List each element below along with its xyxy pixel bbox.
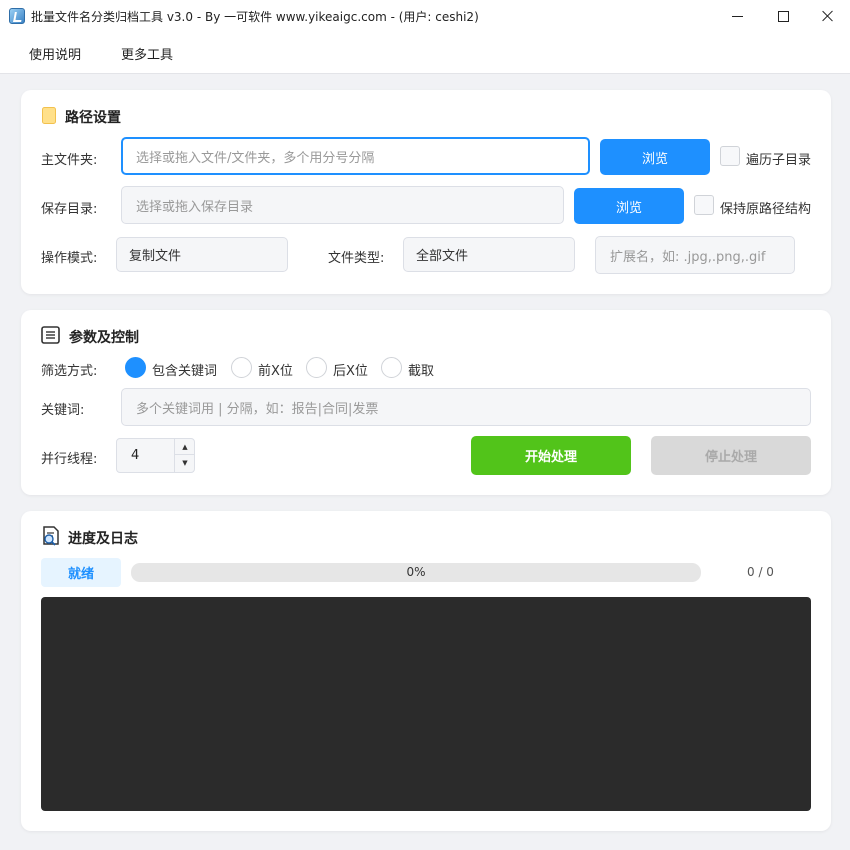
caret-down-icon: ▼ (182, 459, 188, 467)
mode-label: 操作模式: (41, 251, 98, 266)
recursive-checkbox[interactable] (720, 146, 740, 166)
keep-structure-label: 保持原路径结构 (720, 202, 812, 217)
log-search-icon (43, 526, 59, 546)
status-badge: 就绪 (41, 558, 121, 587)
threads-value: 4 (131, 448, 140, 463)
filter-option-first-x: 前X位 (258, 364, 293, 379)
progress-title: 进度及日志 (68, 531, 138, 547)
main-folder-label: 主文件夹: (41, 153, 98, 168)
params-title: 参数及控制 (69, 330, 139, 346)
filter-radio-extract[interactable] (381, 357, 402, 378)
minimize-button[interactable] (714, 0, 760, 32)
filter-option-last-x: 后X位 (333, 364, 368, 379)
filter-label: 筛选方式: (41, 364, 98, 379)
minimize-icon (731, 15, 743, 17)
title-bar: 批量文件名分类归档工具 v3.0 - By 一可软件 www.yikeaigc.… (0, 0, 850, 32)
save-dir-browse-button[interactable]: 浏览 (574, 188, 684, 224)
threads-label: 并行线程: (41, 452, 98, 467)
main-folder-input[interactable]: 选择或拖入文件/文件夹，多个用分号分隔 (121, 137, 590, 175)
file-type-select[interactable]: 全部文件 (403, 237, 575, 272)
keyword-input[interactable]: 多个关键词用 | 分隔，如：报告|合同|发票 (121, 388, 811, 426)
progress-count: 0 / 0 (747, 565, 774, 579)
save-dir-label: 保存目录: (41, 202, 98, 217)
close-button[interactable] (805, 0, 850, 32)
threads-increment-button[interactable]: ▲ (175, 439, 195, 455)
filter-option-keyword: 包含关键词 (152, 364, 218, 379)
recursive-label: 遍历子目录 (746, 153, 812, 168)
maximize-button[interactable] (760, 0, 806, 32)
menu-item-help[interactable]: 使用说明 (29, 44, 81, 63)
keyword-placeholder: 多个关键词用 | 分隔，如：报告|合同|发票 (136, 401, 379, 417)
log-output[interactable] (41, 597, 811, 811)
menu-bar: 使用说明 更多工具 (0, 32, 850, 74)
mode-select[interactable]: 复制文件 (116, 237, 288, 272)
filter-radio-first-x[interactable] (231, 357, 252, 378)
extension-placeholder: 扩展名，如: .jpg,.png,.gif (610, 249, 766, 265)
main-folder-placeholder: 选择或拖入文件/文件夹，多个用分号分隔 (136, 150, 375, 166)
file-type-value: 全部文件 (416, 249, 469, 264)
threads-stepper-buttons: ▲ ▼ (174, 439, 195, 472)
menu-item-more-tools[interactable]: 更多工具 (121, 44, 173, 63)
filter-option-extract: 截取 (408, 364, 435, 379)
app-icon (9, 8, 25, 24)
stop-button[interactable]: 停止处理 (651, 436, 811, 475)
keyword-label: 关键词: (41, 403, 85, 418)
threads-decrement-button[interactable]: ▼ (175, 455, 195, 471)
progress-percent: 0% (406, 565, 426, 579)
keep-structure-checkbox[interactable] (694, 195, 714, 215)
filter-radio-last-x[interactable] (306, 357, 327, 378)
close-icon (822, 10, 834, 22)
progress-bar: 0% (131, 563, 701, 582)
main-folder-browse-button[interactable]: 浏览 (600, 139, 710, 175)
folder-icon (42, 107, 56, 124)
window-title: 批量文件名分类归档工具 v3.0 - By 一可软件 www.yikeaigc.… (31, 10, 479, 24)
save-dir-input[interactable]: 选择或拖入保存目录 (121, 186, 564, 224)
start-button[interactable]: 开始处理 (471, 436, 631, 475)
path-settings-title: 路径设置 (65, 110, 121, 126)
save-dir-placeholder: 选择或拖入保存目录 (136, 199, 254, 215)
list-icon (41, 326, 60, 344)
maximize-icon (777, 10, 789, 22)
extension-input[interactable]: 扩展名，如: .jpg,.png,.gif (595, 236, 795, 274)
filter-radio-keyword[interactable] (125, 357, 146, 378)
threads-stepper[interactable]: 4 ▲ ▼ (116, 438, 195, 473)
caret-up-icon: ▲ (182, 442, 188, 451)
mode-value: 复制文件 (129, 249, 182, 264)
file-type-label: 文件类型: (328, 251, 385, 266)
